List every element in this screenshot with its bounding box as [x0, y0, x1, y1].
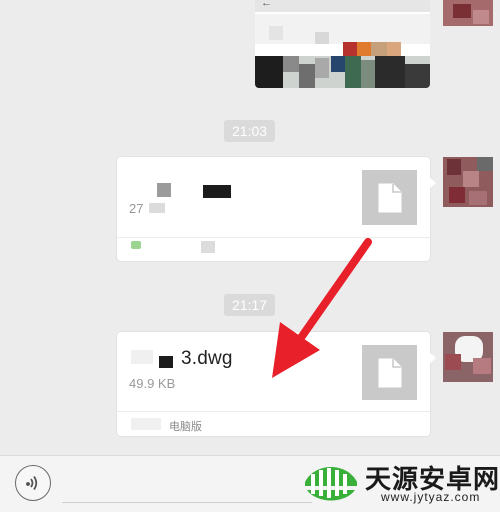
avatar[interactable] — [443, 157, 493, 207]
red-arrow-annotation — [272, 238, 372, 378]
file-name: 3.dwg — [181, 348, 233, 369]
file-thumbnail — [362, 170, 417, 225]
redaction-block — [159, 356, 173, 368]
avatar[interactable] — [443, 0, 493, 26]
redaction-block — [203, 185, 231, 198]
image-preview-pixelated — [255, 14, 430, 88]
image-message[interactable]: ← — [255, 0, 430, 88]
voice-button[interactable] — [15, 465, 51, 501]
file-source-label: 电脑版 — [169, 421, 202, 433]
back-arrow-icon: ← — [261, 0, 272, 9]
source-icon — [131, 241, 141, 249]
card-divider — [117, 411, 430, 412]
avatar[interactable] — [443, 332, 493, 382]
file-size: 27 — [129, 201, 144, 216]
android-logo-icon — [305, 467, 357, 501]
timestamp: 21:03 — [224, 120, 276, 142]
document-icon — [378, 183, 401, 212]
watermark-url: www.jytyaz.com — [381, 490, 481, 504]
message-input[interactable] — [62, 464, 312, 503]
voice-icon — [26, 475, 38, 491]
redaction-block — [157, 183, 171, 197]
document-icon — [378, 358, 401, 387]
file-size: 49.9 KB — [129, 376, 176, 391]
image-preview-topbar: ← — [255, 0, 430, 12]
